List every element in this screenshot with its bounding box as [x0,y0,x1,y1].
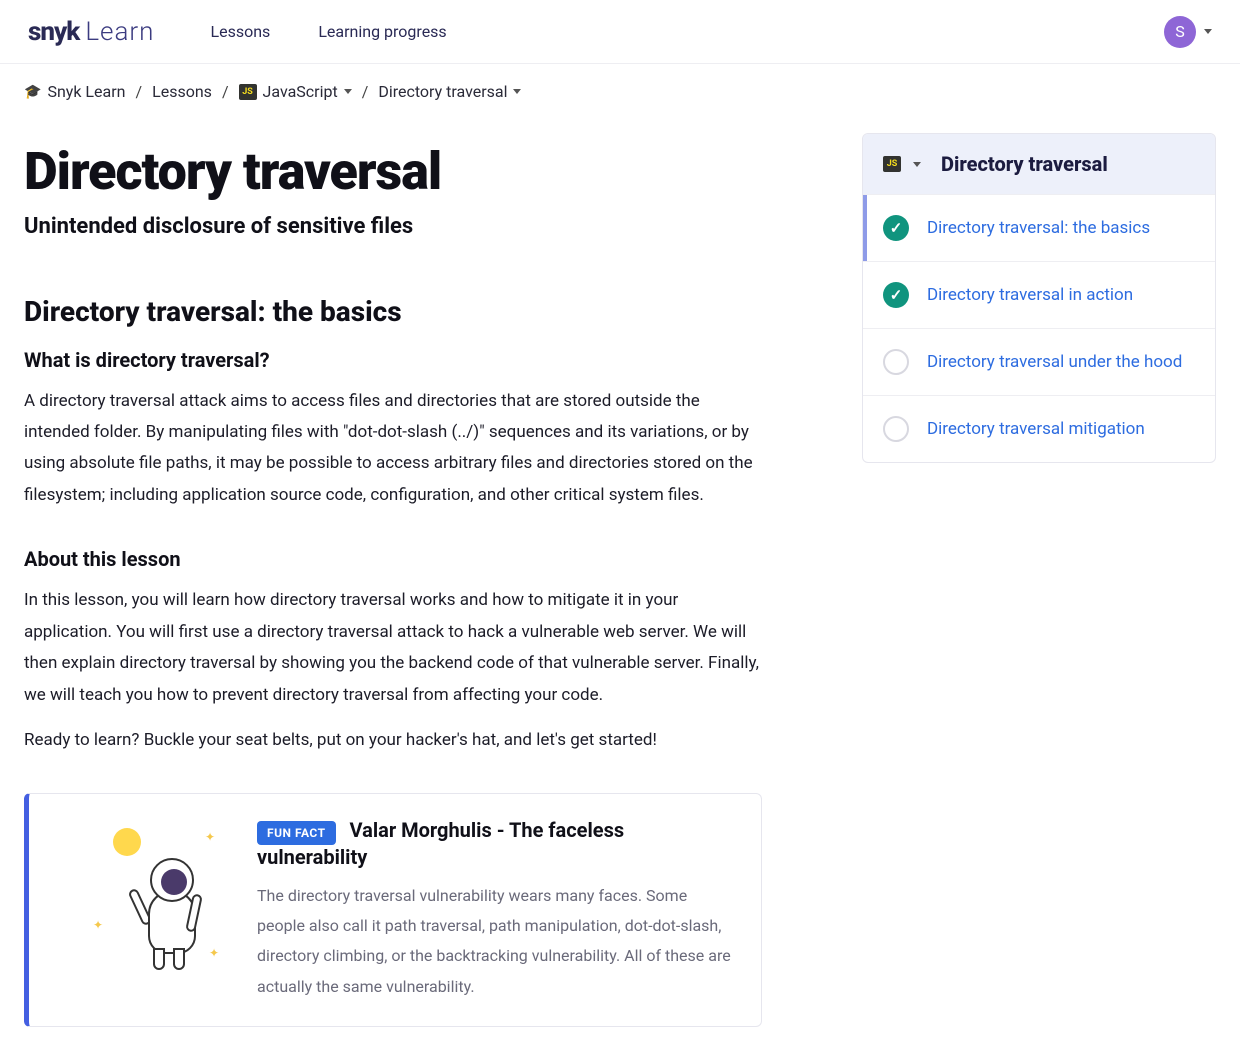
breadcrumb: 🎓 Snyk Learn / Lessons / JS JavaScript /… [0,64,1240,109]
body-what-is: A directory traversal attack aims to acc… [24,386,762,512]
outline-item-in-action[interactable]: Directory traversal in action [863,261,1215,328]
outline-item-basics[interactable]: Directory traversal: the basics [863,194,1215,261]
logo[interactable]: snyk Learn [28,17,154,47]
star-icon: ✦ [205,830,215,844]
breadcrumb-ecosystem-label: JavaScript [263,82,338,101]
breadcrumb-separator: / [362,82,369,101]
chevron-down-icon [344,89,352,94]
star-icon: ✦ [209,946,219,960]
breadcrumb-lessons-label: Lessons [152,82,212,101]
check-complete-icon [883,215,909,241]
primary-nav: Lessons Learning progress [210,22,446,41]
astronaut-icon [139,858,205,958]
js-icon: JS [883,156,901,172]
page-subtitle: Unintended disclosure of sensitive files [24,214,762,239]
graduation-cap-icon: 🎓 [24,84,41,100]
outline-item-under-hood[interactable]: Directory traversal under the hood [863,328,1215,395]
avatar: S [1164,16,1196,48]
lightbulb-icon [113,828,141,856]
outline-item-label: Directory traversal: the basics [927,218,1150,238]
outline-header[interactable]: JS Directory traversal [863,134,1215,194]
fun-fact-card: ✦ ✦ ✦ FUN FACT Valar Morghulis - The fac… [24,793,762,1028]
subheading-what-is: What is directory traversal? [24,348,762,372]
outline-item-label: Directory traversal under the hood [927,352,1182,372]
check-incomplete-icon [883,349,909,375]
nav-lessons[interactable]: Lessons [210,22,270,41]
breadcrumb-lessons[interactable]: Lessons [152,82,212,101]
outline-title: Directory traversal [941,152,1108,176]
fun-fact-badge: FUN FACT [257,821,336,845]
check-complete-icon [883,282,909,308]
section-heading-basics: Directory traversal: the basics [24,295,762,328]
body-about-2: Ready to learn? Buckle your seat belts, … [24,725,762,756]
star-icon: ✦ [93,918,103,932]
fun-fact-body: The directory traversal vulnerability we… [257,881,737,1003]
outline-item-label: Directory traversal in action [927,285,1133,305]
nav-learning-progress[interactable]: Learning progress [318,22,446,41]
check-incomplete-icon [883,416,909,442]
breadcrumb-home-label: Snyk Learn [47,82,125,101]
page-title: Directory traversal [24,145,762,200]
logo-secondary: Learn [85,17,154,47]
breadcrumb-home[interactable]: 🎓 Snyk Learn [24,82,125,101]
top-navigation: snyk Learn Lessons Learning progress S [0,0,1240,64]
lesson-outline-sidebar: JS Directory traversal Directory travers… [862,133,1216,463]
js-icon: JS [239,84,257,100]
breadcrumb-separator: / [222,82,229,101]
chevron-down-icon [513,89,521,94]
breadcrumb-ecosystem[interactable]: JS JavaScript [239,82,352,101]
astronaut-illustration: ✦ ✦ ✦ [53,818,233,968]
body-about-1: In this lesson, you will learn how direc… [24,585,762,711]
outline-item-mitigation[interactable]: Directory traversal mitigation [863,395,1215,462]
outline-list: Directory traversal: the basics Director… [863,194,1215,462]
outline-item-label: Directory traversal mitigation [927,419,1145,439]
user-menu[interactable]: S [1164,16,1212,48]
breadcrumb-separator: / [135,82,142,101]
chevron-down-icon [913,162,921,167]
breadcrumb-current[interactable]: Directory traversal [378,82,521,101]
outline-panel: JS Directory traversal Directory travers… [862,133,1216,463]
breadcrumb-current-label: Directory traversal [378,82,507,101]
logo-primary: snyk [28,17,79,47]
chevron-down-icon [1204,29,1212,34]
subheading-about-lesson: About this lesson [24,547,762,571]
lesson-content: Directory traversal Unintended disclosur… [24,133,762,1027]
